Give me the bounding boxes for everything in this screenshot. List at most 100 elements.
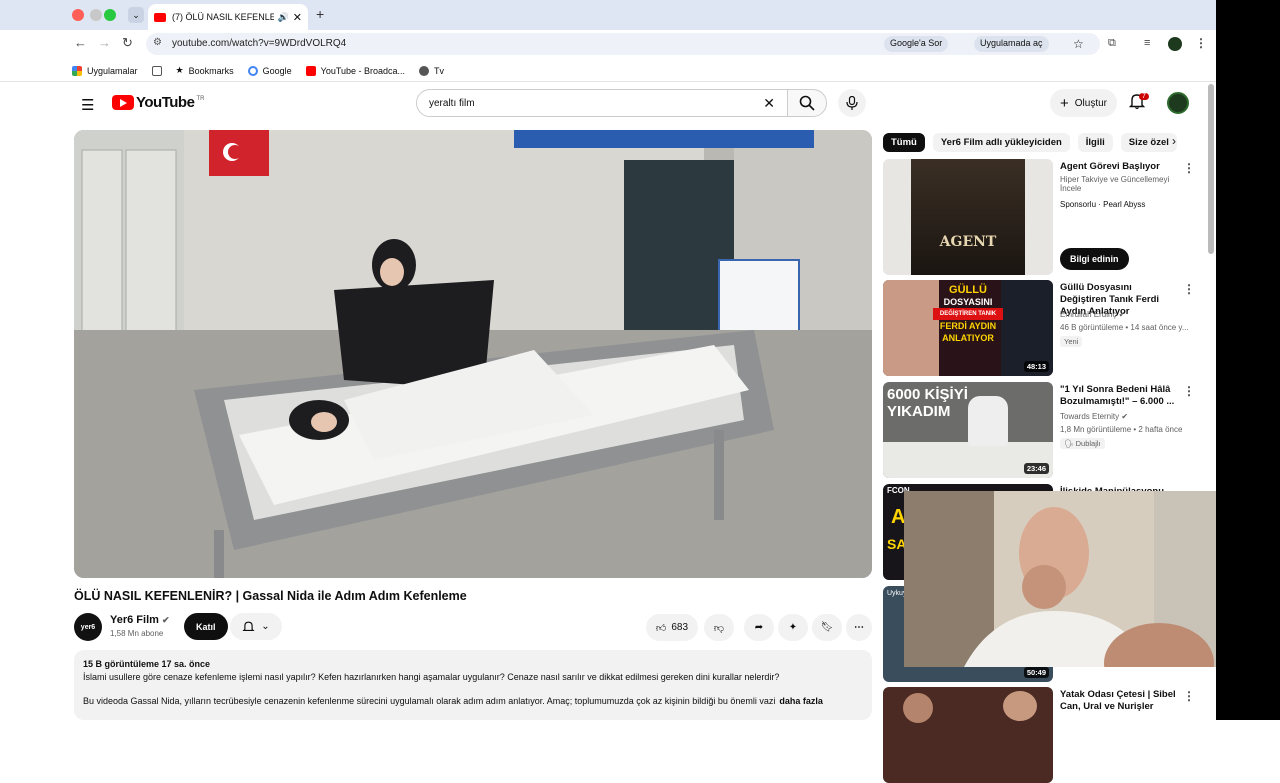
notification-preference-button[interactable]: ⌄ xyxy=(230,613,282,640)
url-text[interactable]: youtube.com/watch?v=9WDrdVOLRQ4 xyxy=(172,38,346,49)
bookmark-youtube-broadcast[interactable]: YouTube - Broadca... xyxy=(305,65,405,76)
verified-check-icon: ✔ xyxy=(1121,412,1129,421)
view-count-and-date: 15 B görüntüleme 17 sa. önce xyxy=(83,659,211,669)
site-info-icon[interactable]: ⚙ xyxy=(153,37,162,48)
like-count: 683 xyxy=(671,622,689,633)
clear-search-icon[interactable]: ✕ xyxy=(763,95,775,112)
more-actions-button[interactable]: ⋯ xyxy=(846,614,872,641)
recommendation-item[interactable]: Yatak Odası Çetesi | Sibel Can, Ural ve … xyxy=(883,687,1203,783)
google-icon xyxy=(247,65,258,76)
chip-from-uploader[interactable]: Yer6 Film adlı yükleyiciden xyxy=(932,132,1070,152)
learn-more-button[interactable]: Bilgi edinin xyxy=(1060,248,1129,270)
more-options-icon[interactable]: ⋮ xyxy=(1183,384,1195,398)
close-window-button[interactable] xyxy=(72,9,84,21)
youtube-logo[interactable]: YouTube TR xyxy=(112,94,204,111)
chip-all[interactable]: Tümü xyxy=(883,132,925,152)
forward-button[interactable]: → xyxy=(98,35,111,50)
voice-search-button[interactable] xyxy=(838,89,866,117)
more-options-icon[interactable]: ⋮ xyxy=(1183,161,1195,175)
google-lens-chip[interactable]: Google'a Sor xyxy=(884,36,949,52)
like-button[interactable]: 👍︎ 683 xyxy=(646,614,698,641)
duration-badge: 48:13 xyxy=(1023,361,1049,372)
speaker-icon[interactable]: 🔊 xyxy=(278,12,289,23)
related-filter-chips: Tümü Yer6 Film adlı yükleyiciden İlgili … xyxy=(883,130,1193,154)
recommendation-title[interactable]: Agent Görevi Başlıyor xyxy=(1060,161,1180,173)
new-badge: Yeni xyxy=(1060,336,1083,347)
channel-avatar[interactable]: yer6 xyxy=(74,613,102,641)
plus-icon: + xyxy=(1060,94,1069,112)
verified-check-icon: ✔ xyxy=(1118,310,1126,319)
channel-name[interactable]: Yer6 Film ✔ xyxy=(110,614,170,626)
notification-count-badge: 7 xyxy=(1139,93,1149,100)
bookmark-apps[interactable]: Uygulamalar xyxy=(72,65,138,76)
channel-name[interactable]: Towards Eternity ✔ xyxy=(1060,412,1128,421)
thumbs-up-icon: 👍︎ xyxy=(655,622,667,634)
join-button[interactable]: Katıl xyxy=(184,613,228,640)
thumbnail[interactable] xyxy=(883,687,1053,783)
webcam-overlay xyxy=(904,491,1218,667)
save-button[interactable]: 🔖︎ xyxy=(812,614,842,641)
recommendation-item[interactable]: GÜLLÜ DOSYASINI DEĞİŞTİREN TANIK FERDİ A… xyxy=(883,280,1203,376)
ask-ai-button[interactable]: ✦ xyxy=(778,614,808,641)
more-options-icon[interactable]: ⋮ xyxy=(1183,282,1195,296)
thumbnail[interactable]: GÜLLÜ DOSYASINI DEĞİŞTİREN TANIK FERDİ A… xyxy=(883,280,1053,376)
sponsored-recommendation[interactable]: AGENT Agent Görevi Başlıyor Hiper Takviy… xyxy=(883,159,1203,275)
bookmark-tv[interactable]: Tv xyxy=(419,65,444,76)
bookmark-google[interactable]: Google xyxy=(247,65,292,76)
microphone-icon xyxy=(846,96,858,110)
view-meta: 46 B görüntüleme • 14 saat önce y... xyxy=(1060,323,1188,332)
share-button[interactable]: ➦ xyxy=(744,614,774,641)
more-horizontal-icon: ⋯ xyxy=(854,622,864,633)
tab-search-icon[interactable]: ⌄ xyxy=(128,7,144,23)
account-avatar[interactable] xyxy=(1167,92,1189,114)
chevron-down-icon: ⌄ xyxy=(261,621,270,632)
chip-related[interactable]: İlgili xyxy=(1077,132,1113,152)
search-button[interactable] xyxy=(787,89,827,117)
bookmark-icon: 🔖︎ xyxy=(820,622,834,633)
reload-button[interactable]: ↻ xyxy=(122,35,133,51)
globe-icon xyxy=(419,65,430,76)
more-options-icon[interactable]: ⋮ xyxy=(1183,689,1195,703)
bookmark-star-icon[interactable]: ☆ xyxy=(1073,37,1084,51)
recommendation-title[interactable]: "1 Yıl Sonra Bedeni Hâlâ Bozulmamıştı!" … xyxy=(1060,384,1180,408)
sponsor-label: Sponsorlu · Pearl Abyss xyxy=(1060,200,1146,209)
chip-for-you[interactable]: Size özel xyxy=(1120,132,1177,152)
browser-tab[interactable]: (7) ÖLÜ NASIL KEFENLEN 🔊 ✕ xyxy=(148,4,308,30)
description-box[interactable]: 15 B görüntüleme 17 sa. önce İslami usul… xyxy=(74,650,872,720)
screen-border xyxy=(1216,0,1280,720)
thumbnail[interactable]: AGENT xyxy=(883,159,1053,275)
hamburger-menu-icon[interactable]: ☰ xyxy=(81,96,94,114)
recommendation-title[interactable]: Yatak Odası Çetesi | Sibel Can, Ural ve … xyxy=(1060,689,1180,713)
thumbs-down-icon: 👎︎ xyxy=(713,622,725,634)
extensions-icon[interactable]: ⧉ xyxy=(1108,37,1116,50)
create-button[interactable]: + Oluştur xyxy=(1050,89,1117,117)
youtube-play-icon xyxy=(112,95,134,110)
show-more-link[interactable]: daha fazla xyxy=(779,695,823,707)
recommendation-item[interactable]: 6000 KİŞİYİ YIKADIM 23:46 "1 Yıl Sonra B… xyxy=(883,382,1203,478)
chevron-right-icon[interactable]: › xyxy=(1172,134,1176,148)
search-query: yeraltı film xyxy=(429,97,475,109)
new-tab-button[interactable]: + xyxy=(316,6,324,22)
tab-groups-button[interactable] xyxy=(151,65,162,76)
minimize-window-button[interactable] xyxy=(90,9,102,21)
tab-groups-icon xyxy=(151,65,162,76)
video-title: ÖLÜ NASIL KEFENLENİR? | Gassal Nida ile … xyxy=(74,589,467,603)
bookmark-folder-bookmarks[interactable]: ★ Bookmarks xyxy=(176,65,234,76)
description-line: İslami usullere göre cenaze kefenleme iş… xyxy=(83,672,780,682)
back-button[interactable]: ← xyxy=(74,35,87,50)
dislike-button[interactable]: 👎︎ xyxy=(704,614,734,641)
youtube-icon xyxy=(305,65,316,76)
media-controls-icon[interactable]: ≡ xyxy=(1144,37,1150,49)
page-scrollbar[interactable] xyxy=(1208,84,1214,254)
open-in-app-chip[interactable]: Uygulamada aç xyxy=(974,36,1049,52)
thumbnail[interactable]: 6000 KİŞİYİ YIKADIM 23:46 xyxy=(883,382,1053,478)
close-tab-icon[interactable]: ✕ xyxy=(293,11,302,24)
video-player[interactable] xyxy=(74,130,872,578)
browser-menu-icon[interactable]: ⋮ xyxy=(1195,36,1207,50)
search-input[interactable]: yeraltı film ✕ xyxy=(416,89,788,117)
channel-name[interactable]: Emrullah Erdinç ✔ xyxy=(1060,310,1125,319)
maximize-window-button[interactable] xyxy=(104,9,116,21)
profile-avatar[interactable] xyxy=(1168,37,1182,51)
youtube-favicon-icon xyxy=(154,12,166,22)
bell-icon xyxy=(242,621,255,632)
